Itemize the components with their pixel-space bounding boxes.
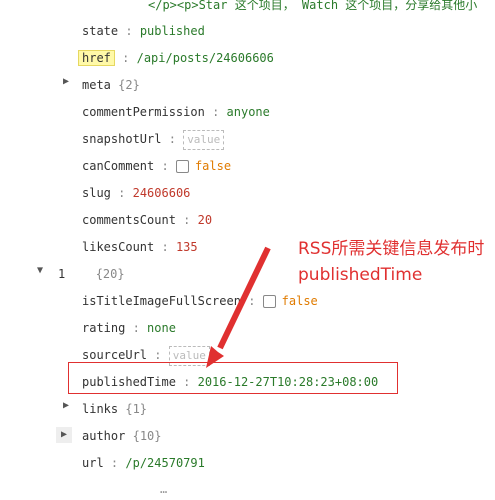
annotation-text: RSS所需关键信息发布时publishedTime xyxy=(298,239,485,285)
